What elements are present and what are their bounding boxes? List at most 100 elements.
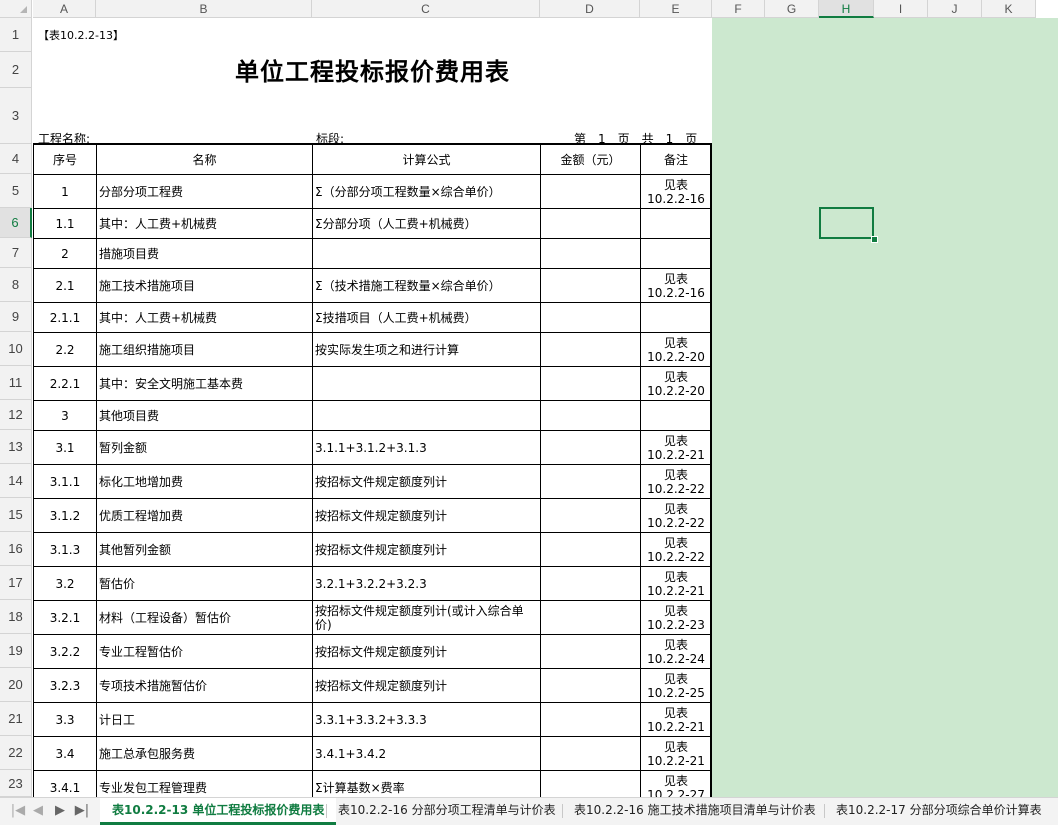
cell-no[interactable]: 2.1 xyxy=(33,268,97,303)
row-header[interactable]: 23 xyxy=(0,770,32,797)
cell-formula[interactable] xyxy=(312,238,541,269)
cell-note[interactable] xyxy=(640,400,712,431)
cell-no[interactable]: 2.2 xyxy=(33,332,97,367)
cell-name[interactable]: 其中：人工费+机械费 xyxy=(96,302,313,333)
cell-note[interactable]: 见表 10.2.2-25 xyxy=(640,668,712,703)
cell-formula[interactable]: 3.3.1+3.3.2+3.3.3 xyxy=(312,702,541,737)
row-header[interactable]: 15 xyxy=(0,498,32,532)
row-header[interactable]: 13 xyxy=(0,430,32,464)
cell-note[interactable]: 见表 10.2.2-21 xyxy=(640,566,712,601)
cell-amount[interactable] xyxy=(540,238,641,269)
cell-note[interactable]: 见表 10.2.2-27 xyxy=(640,770,712,797)
cell-amount[interactable] xyxy=(540,464,641,499)
cell-no[interactable]: 3.3 xyxy=(33,702,97,737)
cell-formula[interactable]: 按招标文件规定额度列计 xyxy=(312,668,541,703)
cell-no[interactable]: 3 xyxy=(33,400,97,431)
cell-amount[interactable] xyxy=(540,302,641,333)
column-header[interactable]: C xyxy=(312,0,540,18)
column-header[interactable]: E xyxy=(640,0,712,18)
cell-amount[interactable] xyxy=(540,600,641,635)
next-sheet-button[interactable]: ▶ xyxy=(50,801,70,821)
row-header[interactable]: 16 xyxy=(0,532,32,566)
select-all-corner[interactable] xyxy=(0,0,32,18)
cell-note[interactable]: 见表 10.2.2-22 xyxy=(640,498,712,533)
cell-no[interactable]: 1.1 xyxy=(33,208,97,239)
cell-note[interactable]: 见表 10.2.2-20 xyxy=(640,332,712,367)
column-header[interactable]: J xyxy=(928,0,982,18)
column-header[interactable]: B xyxy=(96,0,312,18)
cell-formula[interactable]: 按招标文件规定额度列计 xyxy=(312,464,541,499)
column-header[interactable]: D xyxy=(540,0,640,18)
cell-note[interactable]: 见表 10.2.2-21 xyxy=(640,736,712,771)
cell-name[interactable]: 专业工程暂估价 xyxy=(96,634,313,669)
cell-name[interactable]: 其中：人工费+机械费 xyxy=(96,208,313,239)
cell-no[interactable]: 3.2.3 xyxy=(33,668,97,703)
column-header[interactable]: A xyxy=(33,0,96,18)
cell-amount[interactable] xyxy=(540,400,641,431)
column-header[interactable]: H xyxy=(819,0,874,18)
tab-sheet-10-2-2-17[interactable]: 表10.2.2-17 分部分项综合单价计算表 xyxy=(824,798,1054,825)
cell-amount[interactable] xyxy=(540,770,641,797)
cell-formula[interactable]: Σ技措项目（人工费+机械费） xyxy=(312,302,541,333)
tab-sheet-10-2-2-13[interactable]: 表10.2.2-13 单位工程投标报价费用表 xyxy=(100,798,337,825)
cell-name[interactable]: 施工技术措施项目 xyxy=(96,268,313,303)
cell-name[interactable]: 措施项目费 xyxy=(96,238,313,269)
row-header[interactable]: 12 xyxy=(0,400,32,430)
spreadsheet-area[interactable]: ABCDEFGHIJK 1 2 3 4 5 6 7 8 9 10 11 12 13 14 15 16 17 18 1… xyxy=(0,0,1058,797)
cell-name[interactable]: 其他项目费 xyxy=(96,400,313,431)
cell-no[interactable]: 3.4 xyxy=(33,736,97,771)
cell-no[interactable]: 3.1.2 xyxy=(33,498,97,533)
tab-sheet-10-2-2-16-a[interactable]: 表10.2.2-16 分部分项工程清单与计价表 xyxy=(326,798,568,825)
row-header[interactable]: 4 xyxy=(0,144,32,174)
row-header[interactable]: 20 xyxy=(0,668,32,702)
column-header[interactable]: I xyxy=(874,0,928,18)
header-amount[interactable]: 金额（元） xyxy=(540,144,641,175)
first-sheet-button[interactable]: |◀ xyxy=(8,801,28,821)
cell-no[interactable]: 3.1.3 xyxy=(33,532,97,567)
sheet-title[interactable]: 单位工程投标报价费用表 xyxy=(33,52,712,87)
row-header[interactable]: 9 xyxy=(0,302,32,332)
header-no[interactable]: 序号 xyxy=(33,144,97,175)
cell-name[interactable]: 标化工地增加费 xyxy=(96,464,313,499)
cell-name[interactable]: 分部分项工程费 xyxy=(96,174,313,209)
column-header[interactable]: K xyxy=(982,0,1036,18)
row-header[interactable]: 21 xyxy=(0,702,32,736)
cell-name[interactable]: 其中：安全文明施工基本费 xyxy=(96,366,313,401)
table-ref[interactable]: 【表10.2.2-13】 xyxy=(38,27,124,43)
cell-amount[interactable] xyxy=(540,532,641,567)
cell-formula[interactable]: 按招标文件规定额度列计 xyxy=(312,532,541,567)
cell-formula[interactable]: 按招标文件规定额度列计 xyxy=(312,498,541,533)
cell-note[interactable]: 见表 10.2.2-24 xyxy=(640,634,712,669)
cell-note[interactable]: 见表 10.2.2-21 xyxy=(640,702,712,737)
cell-note[interactable] xyxy=(640,208,712,239)
prev-sheet-button[interactable]: ◀ xyxy=(28,801,48,821)
cell-amount[interactable] xyxy=(540,366,641,401)
header-formula[interactable]: 计算公式 xyxy=(312,144,541,175)
cell-formula[interactable]: 按招标文件规定额度列计(或计入综合单价) xyxy=(312,600,541,635)
cell-no[interactable]: 3.1 xyxy=(33,430,97,465)
cell-formula[interactable]: 按实际发生项之和进行计算 xyxy=(312,332,541,367)
cell-name[interactable]: 专项技术措施暂估价 xyxy=(96,668,313,703)
row-header[interactable]: 22 xyxy=(0,736,32,770)
row-header[interactable]: 6 xyxy=(0,208,32,238)
cell-formula[interactable]: 3.1.1+3.1.2+3.1.3 xyxy=(312,430,541,465)
column-header[interactable]: F xyxy=(712,0,765,18)
row-header[interactable]: 10 xyxy=(0,332,32,366)
row-header[interactable]: 1 xyxy=(0,18,32,52)
cell-formula[interactable]: 按招标文件规定额度列计 xyxy=(312,634,541,669)
cell-formula[interactable]: Σ分部分项（人工费+机械费） xyxy=(312,208,541,239)
cell-no[interactable]: 3.2.1 xyxy=(33,600,97,635)
cell-name[interactable]: 暂列金额 xyxy=(96,430,313,465)
tab-sheet-10-2-2-16-b[interactable]: 表10.2.2-16 施工技术措施项目清单与计价表 xyxy=(562,798,828,825)
cell-note[interactable]: 见表 10.2.2-16 xyxy=(640,174,712,209)
cell-note[interactable]: 见表 10.2.2-23 xyxy=(640,600,712,635)
cell-formula[interactable]: 3.4.1+3.4.2 xyxy=(312,736,541,771)
cell-no[interactable]: 2.1.1 xyxy=(33,302,97,333)
last-sheet-button[interactable]: ▶| xyxy=(72,801,92,821)
cell-no[interactable]: 1 xyxy=(33,174,97,209)
cell-amount[interactable] xyxy=(540,174,641,209)
cell-note[interactable]: 见表 10.2.2-22 xyxy=(640,532,712,567)
header-name[interactable]: 名称 xyxy=(96,144,313,175)
cell-formula[interactable] xyxy=(312,366,541,401)
row-header[interactable]: 17 xyxy=(0,566,32,600)
